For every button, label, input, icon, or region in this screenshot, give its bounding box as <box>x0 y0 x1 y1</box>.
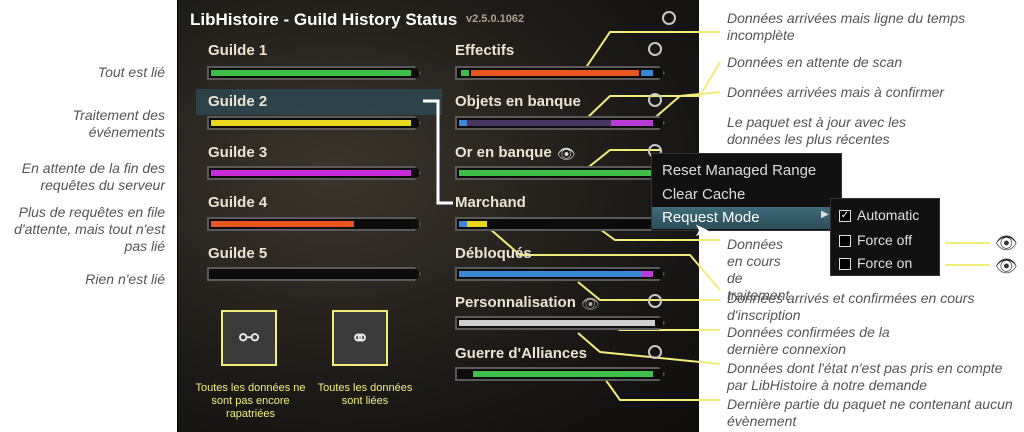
eye-slash-icon: 👁 <box>995 233 1018 253</box>
category-bar-members[interactable] <box>455 66 665 80</box>
request-mode-submenu: ✓ Automatic Force off Force on <box>830 198 940 276</box>
category-label-bank-items[interactable]: Objets en banque <box>455 93 581 110</box>
note-not-tracked: Données dont l'état n'est pas pris en co… <box>727 360 1003 393</box>
menu-item-request-mode[interactable]: Request Mode <box>652 207 841 229</box>
category-bar-trader[interactable] <box>455 217 665 231</box>
caption-not-all-fetched: Toutes les données ne sont pas encore ra… <box>195 382 306 420</box>
category-label-alliance-war[interactable]: Guerre d'Alliances <box>455 345 587 362</box>
menu-item-reset-range[interactable]: Reset Managed Range <box>662 162 816 179</box>
category-bar-bank-gold[interactable] <box>455 166 665 180</box>
menu-item-clear-cache[interactable]: Clear Cache <box>662 186 745 203</box>
checkbox-force-on[interactable] <box>839 258 851 270</box>
category-label-trader[interactable]: Marchand <box>455 194 526 211</box>
note-registering: Données arrivés et confirmées en cours d… <box>727 290 975 323</box>
cursor-icon: ➤ <box>694 220 710 240</box>
note-timeline-incomplete: Données arrivées mais ligne du temps inc… <box>727 10 966 43</box>
category-label-bank-gold[interactable]: Or en banque <box>455 144 552 161</box>
link-icon: ⚭ <box>332 310 388 366</box>
status-ring-icon[interactable] <box>648 42 662 56</box>
note-awaiting-scan: Données en attente de scan <box>727 54 903 70</box>
caption-all-linked: Toutes les données sont liées <box>317 382 413 407</box>
submenu-arrow-icon: ▶ <box>821 209 829 220</box>
option-force-off[interactable]: Force off <box>857 232 912 248</box>
note-to-confirm: Données arrivées mais à confirmer <box>727 84 945 100</box>
category-label-customization[interactable]: Personnalisation <box>455 294 576 311</box>
note-last-part: Dernière partie du paquet ne contenant a… <box>727 396 1013 429</box>
status-ring-icon[interactable] <box>648 294 662 308</box>
category-label-unlocks[interactable]: Débloqués <box>455 245 532 262</box>
eye-slash-icon[interactable]: 👁 <box>581 295 600 313</box>
note-last-connection: Données confirmées de la dernière connex… <box>727 324 890 357</box>
note-up-to-date: Le paquet est à jour avec les données le… <box>727 114 907 147</box>
category-bar-alliance-war[interactable] <box>455 367 665 381</box>
category-bar-customization[interactable] <box>455 316 665 330</box>
checkbox-force-off[interactable] <box>839 235 851 247</box>
option-force-on[interactable]: Force on <box>857 255 912 271</box>
category-bar-unlocks[interactable] <box>455 267 665 281</box>
checkbox-automatic[interactable]: ✓ <box>839 210 851 222</box>
status-ring-icon[interactable] <box>648 93 662 107</box>
category-bar-bank-items[interactable] <box>455 116 665 130</box>
eye-icon: 👁 <box>995 256 1018 276</box>
option-automatic[interactable]: Automatic <box>857 207 919 223</box>
category-label-members[interactable]: Effectifs <box>455 42 514 59</box>
status-ring-icon[interactable] <box>648 345 662 359</box>
context-menu: Reset Managed Range Clear Cache Request … <box>651 153 842 231</box>
eye-icon[interactable]: 👁 <box>557 145 576 163</box>
link-broken-icon: ⚯ <box>221 310 277 366</box>
